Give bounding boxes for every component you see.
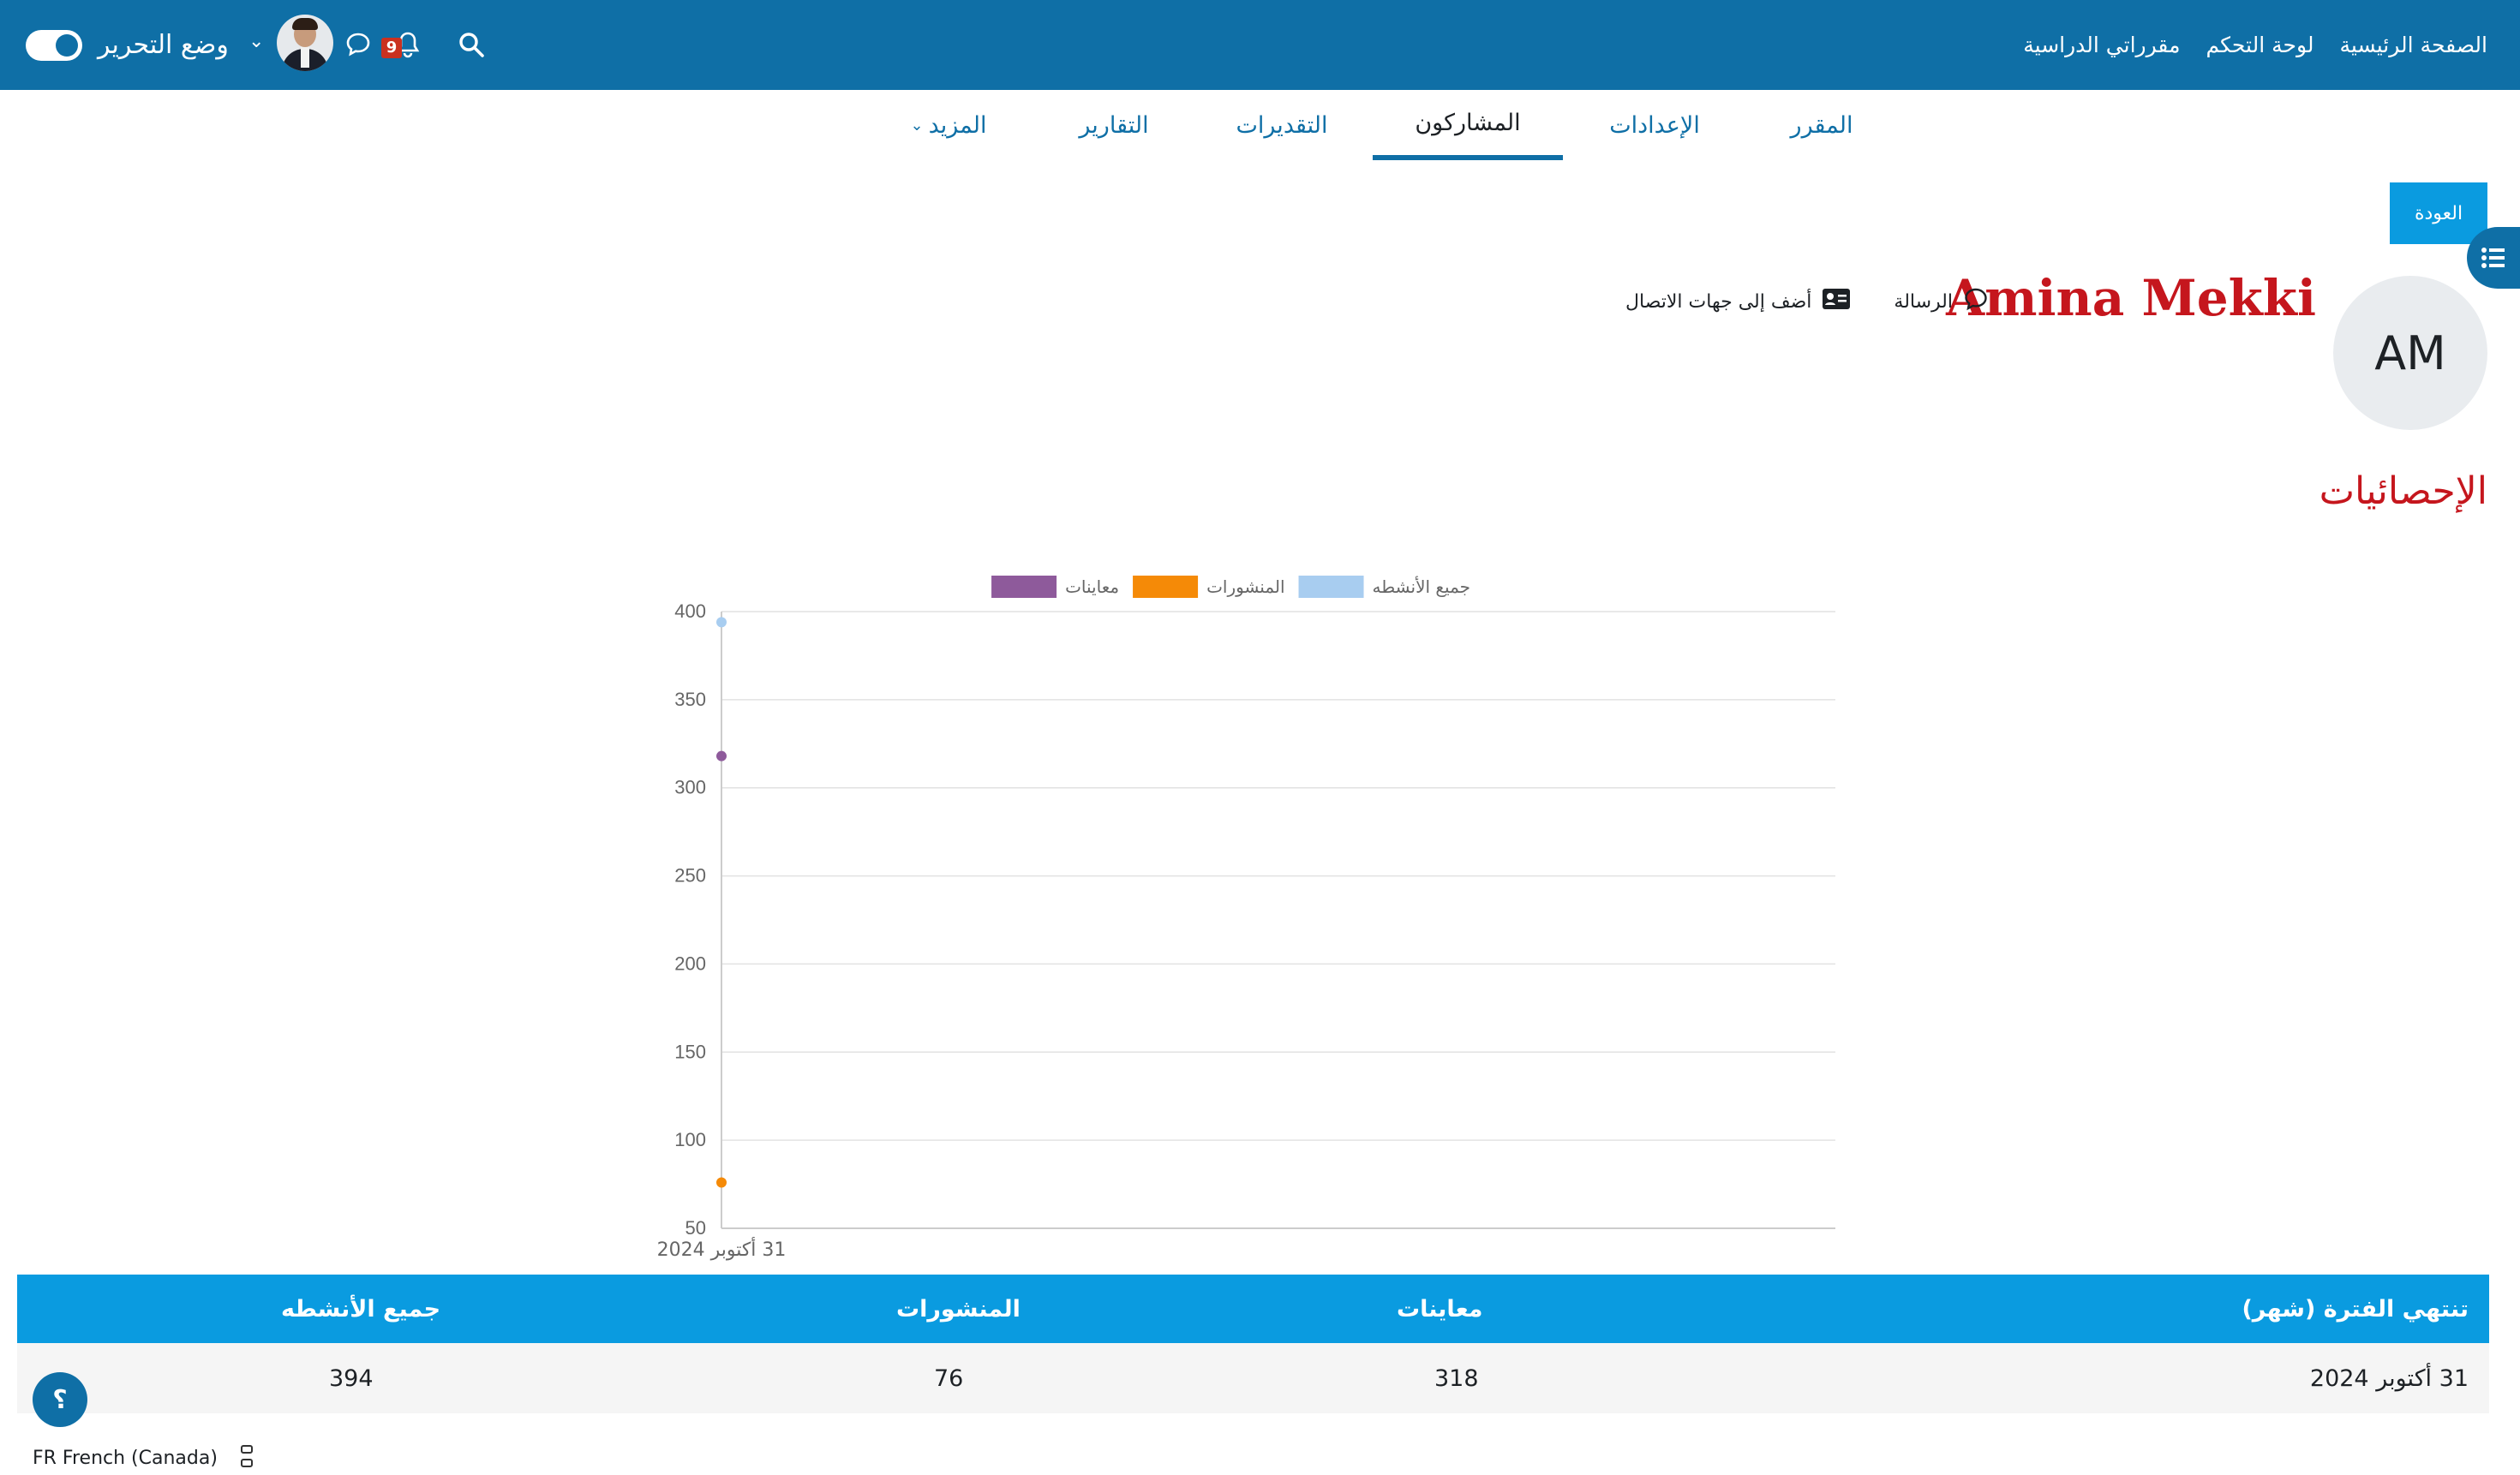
top-navbar: الصفحة الرئيسية لوحة التحكم مقرراتي الدر… [0,0,2520,90]
legend-label: المنشورات [1206,576,1284,597]
tab-grades[interactable]: التقديرات [1224,90,1340,160]
tab-reports[interactable]: التقارير [1071,90,1157,160]
y-tick-label: 200 [674,952,706,974]
list-icon [2481,248,2505,268]
table-header-row: تنتهي الفترة (شهر) معاينات المنشورات جمي… [17,1275,2489,1343]
help-button[interactable]: ؟ [33,1372,87,1427]
y-tick-label: 350 [674,689,706,710]
legend-label: معاينات [1065,576,1119,597]
chevron-down-icon[interactable]: ⌄ [248,31,264,52]
y-tick-label: 400 [674,600,706,622]
chevron-down-icon: ⌄ [910,116,924,134]
legend-label: جميع الأنشطه [1373,576,1470,597]
profile-actions: الرسالة أضف إلى جهات الاتصال [1625,287,1989,316]
table-row: 31 أكتوبر 2024 318 76 394 [17,1343,2489,1413]
messages-icon[interactable] [341,24,375,65]
y-tick-label: 250 [674,865,706,887]
statistics-heading: الإحصائيات [2319,469,2487,513]
nav-dashboard[interactable]: لوحة التحكم [2206,33,2313,57]
column-header-views: معاينات [1397,1295,1483,1323]
user-menu-avatar[interactable] [277,15,333,71]
legend-swatch [991,576,1057,598]
primary-navigation: الصفحة الرئيسية لوحة التحكم مقرراتي الدر… [2023,0,2487,90]
course-secondary-navigation: المقرر الإعدادات المشاركون التقديرات الت… [0,90,2520,160]
statistics-table: تنتهي الفترة (شهر) معاينات المنشورات جمي… [17,1275,2489,1413]
cell-period: 31 أكتوبر 2024 [2309,1365,2469,1392]
legend-swatch [1298,576,1364,598]
nav-my-courses[interactable]: مقرراتي الدراسية [2023,33,2180,57]
cell-views: 318 [1434,1365,1479,1392]
cell-all-activity: 394 [329,1365,374,1392]
drawer-toggle-button[interactable] [2467,227,2520,289]
tab-course[interactable]: المقرر [1767,90,1877,160]
user-controls: وضع التحرير [26,0,229,90]
chart-canvas: 50 100 150 200 250 300 350 400 31 أكتوبر 2024 جمي… [657,576,1835,1261]
data-point [716,1177,727,1188]
contact-card-icon[interactable] [1822,288,1851,315]
nav-home[interactable]: الصفحة الرئيسية [2340,33,2488,57]
user-full-name: Amina Mekki [1946,269,2316,327]
tab-settings[interactable]: الإعدادات [1601,90,1709,160]
y-tick-label: 150 [674,1041,706,1062]
edit-mode-label: وضع التحرير [98,30,229,60]
x-tick-label: 31 أكتوبر 2024 [657,1237,787,1261]
data-point [716,617,727,628]
message-button[interactable]: الرسالة [1894,291,1953,313]
chat-bubble-icon[interactable] [1963,287,1989,316]
activity-chart: 50 100 150 200 250 300 350 400 31 أكتوبر 2024 جمي… [0,557,2520,1276]
notification-count-badge: 9 [381,38,402,58]
language-indicator-icon [241,1445,253,1467]
edit-mode-toggle[interactable] [26,29,82,61]
data-point [716,750,727,761]
user-avatar: AM [2333,276,2487,430]
y-tick-label: 100 [674,1129,706,1150]
add-to-contacts-button[interactable]: أضف إلى جهات الاتصال [1625,291,1811,313]
tab-participants[interactable]: المشاركون [1373,90,1563,160]
y-tick-label: 300 [674,777,706,798]
legend-swatch [1133,576,1199,598]
column-header-period: تنتهي الفترة (شهر) [2242,1295,2469,1323]
back-button[interactable]: العودة [2390,182,2487,244]
y-tick-label: 50 [685,1217,706,1239]
tab-more[interactable]: المزيد ⌄ [901,90,996,160]
search-icon[interactable] [454,24,488,65]
cell-posts: 76 [934,1365,964,1392]
column-header-posts: المنشورات [896,1295,1021,1323]
language-selector[interactable]: FR French (Canada) [33,1448,218,1469]
column-header-all-activity: جميع الأنشطه [281,1295,441,1323]
